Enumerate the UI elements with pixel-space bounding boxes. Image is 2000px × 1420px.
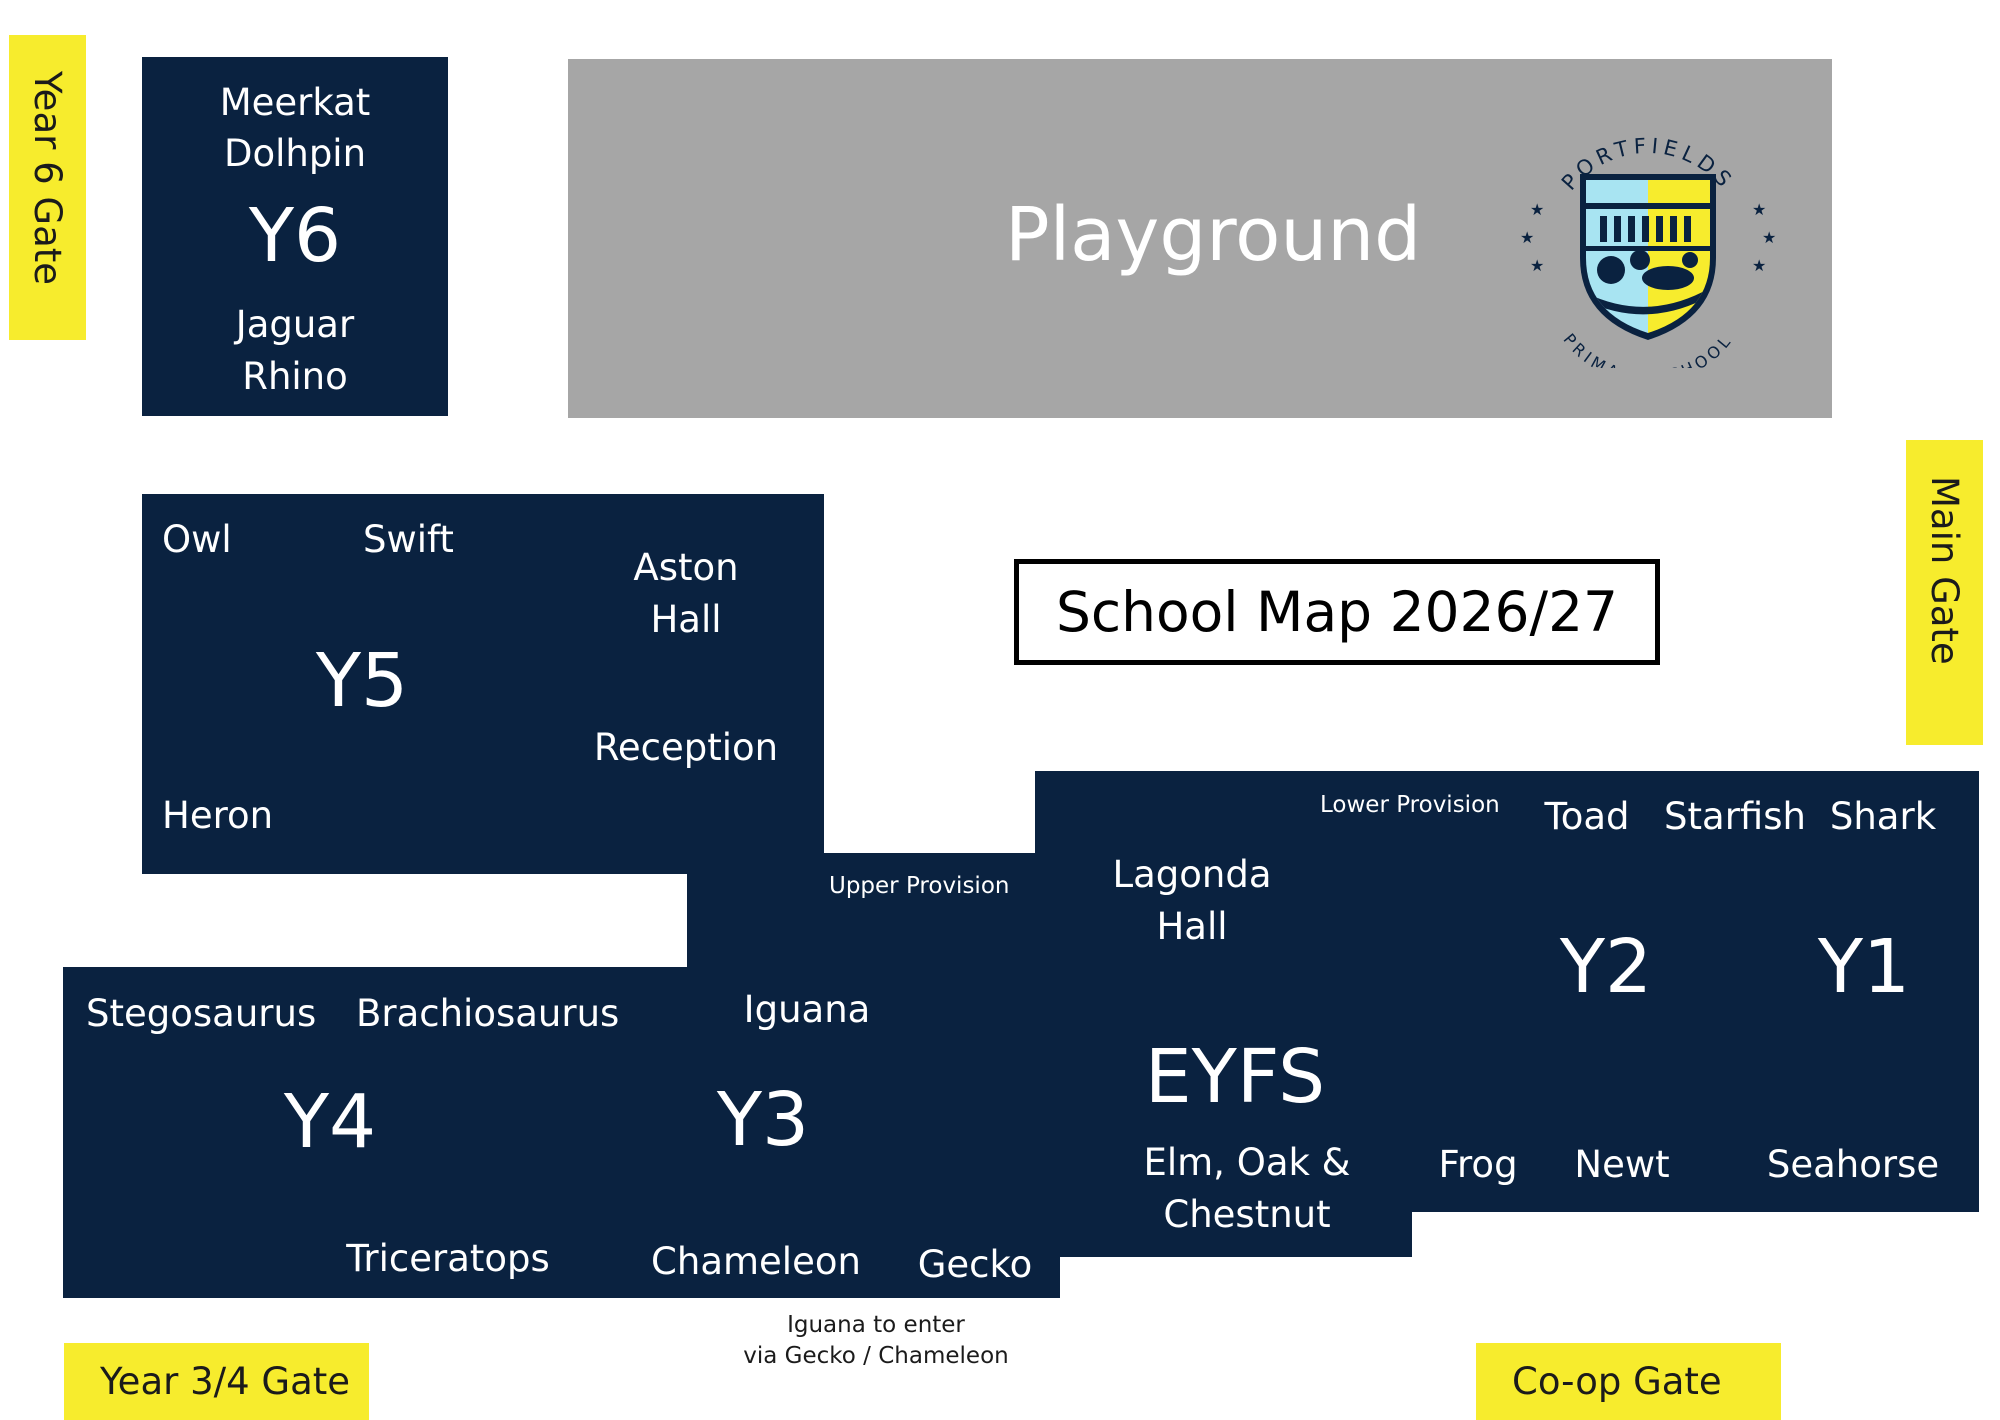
lagonda-hall-line1: Lagonda bbox=[1112, 853, 1272, 896]
room-stegosaurus: Stegosaurus bbox=[86, 992, 317, 1035]
year-label-y4: Y4 bbox=[283, 1079, 377, 1165]
iguana-note-line1: Iguana to enter bbox=[787, 1312, 965, 1338]
room-triceratops: Triceratops bbox=[346, 1237, 550, 1280]
map-title-box: School Map 2026/27 bbox=[1014, 559, 1660, 665]
main-gate-label: Main Gate bbox=[1923, 476, 1966, 665]
aston-hall-line2: Hall bbox=[650, 598, 722, 641]
room-dolhpin: Dolhpin bbox=[223, 132, 367, 175]
playground-label: Playground bbox=[1005, 192, 1422, 278]
year-label-y1: Y1 bbox=[1817, 924, 1911, 1010]
svg-text:★: ★ bbox=[1520, 228, 1534, 247]
room-rhino: Rhino bbox=[242, 355, 348, 398]
room-starfish: Starfish bbox=[1664, 795, 1806, 838]
room-toad: Toad bbox=[1544, 795, 1630, 838]
lagonda-hall-line2: Hall bbox=[1156, 905, 1228, 948]
room-brachiosaurus: Brachiosaurus bbox=[356, 992, 620, 1035]
coop-gate-label: Co-op Gate bbox=[1512, 1360, 1722, 1403]
eyfs-rooms-line1: Elm, Oak & bbox=[1143, 1141, 1351, 1184]
year-label-y5: Y5 bbox=[315, 638, 409, 724]
upper-provision-block bbox=[687, 853, 1037, 973]
room-newt: Newt bbox=[1574, 1143, 1670, 1186]
aston-hall-line1: Aston bbox=[633, 546, 739, 589]
year-label-y2: Y2 bbox=[1559, 924, 1653, 1010]
room-gecko: Gecko bbox=[917, 1243, 1033, 1286]
room-frog: Frog bbox=[1438, 1143, 1518, 1186]
iguana-entry-note: Iguana to enter via Gecko / Chameleon bbox=[743, 1310, 1008, 1372]
eyfs-rooms-line2: Chestnut bbox=[1163, 1193, 1331, 1236]
year-label-y6: Y6 bbox=[248, 193, 342, 279]
coop-gate: Co-op Gate bbox=[1476, 1343, 1781, 1420]
lower-provision-label: Lower Provision bbox=[1320, 792, 1500, 818]
room-owl: Owl bbox=[162, 518, 232, 561]
svg-text:★: ★ bbox=[1762, 228, 1776, 247]
eyfs-building bbox=[1035, 771, 1412, 1257]
svg-text:★: ★ bbox=[1530, 256, 1544, 275]
year-label-eyfs: EYFS bbox=[1144, 1034, 1326, 1120]
room-shark: Shark bbox=[1829, 795, 1937, 838]
svg-text:★: ★ bbox=[1752, 200, 1766, 219]
svg-text:★: ★ bbox=[1752, 256, 1766, 275]
year34-gate: Year 3/4 Gate bbox=[64, 1343, 369, 1420]
year-label-y3: Y3 bbox=[716, 1077, 810, 1163]
svg-text:★: ★ bbox=[1530, 200, 1544, 219]
room-meerkat: Meerkat bbox=[219, 81, 371, 124]
school-logo: PORTFIELDS PRIMARY SCHOOL ★ ★ ★ ★ ★ ★ bbox=[1520, 134, 1776, 368]
room-seahorse: Seahorse bbox=[1766, 1143, 1940, 1186]
room-chameleon: Chameleon bbox=[651, 1240, 861, 1283]
room-iguana: Iguana bbox=[743, 988, 871, 1031]
upper-provision-label: Upper Provision bbox=[829, 873, 1010, 899]
room-heron: Heron bbox=[162, 794, 274, 837]
year6-gate: Year 6 Gate bbox=[9, 35, 86, 340]
room-swift: Swift bbox=[363, 518, 454, 561]
main-gate: Main Gate bbox=[1906, 440, 1983, 745]
room-jaguar: Jaguar bbox=[235, 303, 355, 346]
map-title: School Map 2026/27 bbox=[1055, 580, 1619, 644]
year6-gate-label: Year 6 Gate bbox=[26, 71, 69, 286]
year34-gate-label: Year 3/4 Gate bbox=[100, 1360, 351, 1403]
iguana-note-line2: via Gecko / Chameleon bbox=[743, 1343, 1009, 1370]
room-reception: Reception bbox=[593, 726, 779, 769]
